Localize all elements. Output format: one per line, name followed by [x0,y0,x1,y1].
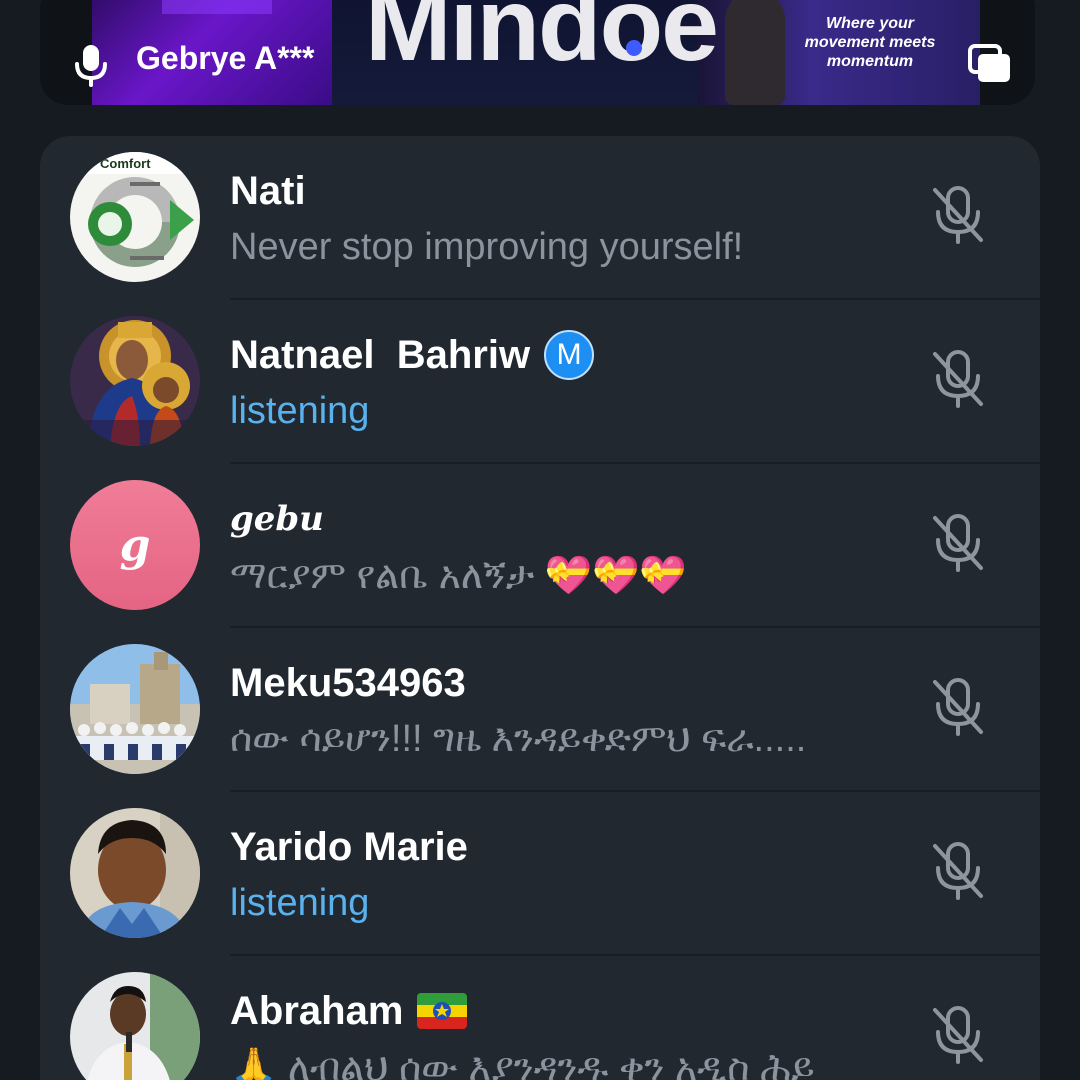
participant-status: Never stop improving yourself! [230,226,744,268]
participant-status: ሰው ሳይሆን!!! ግዜ እንዳይቀድምህ ፍራ..... [230,718,807,760]
participant-status: listening [230,882,370,924]
participant-row[interactable]: g gebu ማርያም የልቤ አለኝታ 💝💝💝 [40,464,1040,628]
participant-name-line: Yarido Marie [230,822,468,872]
speaker-name: Gebrye A*** [136,40,315,76]
muted-mic-icon[interactable] [925,346,991,412]
participants-list: Comfort Nati Never stop improving yourse… [40,136,1040,1080]
picture-in-picture-icon[interactable] [968,44,1012,84]
participant-name-line: Nati [230,166,306,216]
participant-status: ማርያም የልቤ አለኝታ 💝💝💝 [230,555,687,597]
participant-name: Abraham [230,988,404,1033]
muted-mic-icon[interactable] [925,838,991,904]
muted-mic-icon[interactable] [925,1002,991,1068]
religious-icon-avatar [70,316,200,446]
brand-dot [626,40,642,56]
participant-row[interactable]: Comfort Nati Never stop improving yourse… [40,136,1040,300]
participant-row[interactable]: Yarido Marie listening [40,792,1040,956]
video-strip[interactable]: Mindoe Where your movement meets momentu… [40,0,1035,105]
svg-text:Comfort: Comfort [100,156,151,171]
participant-name-line: Abraham [230,986,468,1036]
promo-text: Where your movement meets momentum [804,15,936,70]
muted-mic-icon[interactable] [925,510,991,576]
group-photo-avatar [70,644,200,774]
participant-row[interactable]: Natnael Bahriw M listening [40,300,1040,464]
participant-status: 🙏 ለብልህ ሰው እያንዳንዱ ቀን አዲስ ሕይ [230,1047,815,1080]
participant-name: Meku534963 [230,660,466,705]
letter-g-avatar: g [70,480,200,610]
participant-name: gebu [230,499,324,539]
speaker-photo-avatar [70,972,200,1080]
muted-mic-icon[interactable] [925,674,991,740]
participant-name-line: gebu [230,494,324,544]
avatar-letter: g [120,520,151,571]
verified-m-badge-icon: M [544,330,595,380]
participant-row[interactable]: Abraham 🙏 ለብልህ ሰው እያንዳንዱ ቀን አዲስ ሕይ [40,956,1040,1080]
brand-text: Mindoe [365,0,719,83]
participant-name: Nati [230,168,306,213]
participant-name: Natnael Bahriw [230,332,531,377]
comfort-zone-diagram-avatar: Comfort [70,152,200,282]
participant-name-line: Natnael Bahriw M [230,330,595,380]
ethiopia-flag-icon [417,993,468,1029]
participant-status: listening [230,390,370,432]
participant-name: Yarido Marie [230,824,468,869]
portrait-avatar [70,808,200,938]
participant-name-line: Meku534963 [230,658,466,708]
voice-chat-screen: Mindoe Where your movement meets momentu… [0,0,1080,1080]
muted-mic-icon[interactable] [925,182,991,248]
participant-row[interactable]: Meku534963 ሰው ሳይሆን!!! ግዜ እንዳይቀድምህ ፍራ....… [40,628,1040,792]
mic-icon [75,45,107,87]
